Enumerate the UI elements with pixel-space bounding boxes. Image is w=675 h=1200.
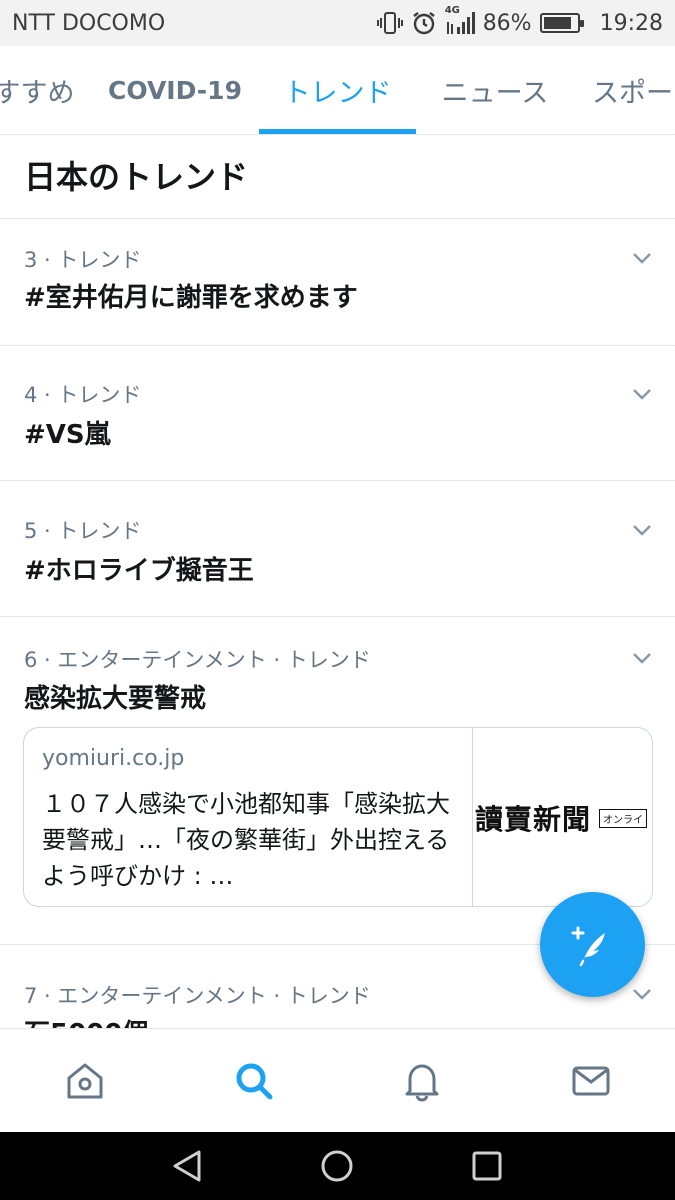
yomiuri-logo: 讀賣新聞 (475, 803, 592, 836)
tab-recommended[interactable]: すすめ (0, 46, 75, 134)
trend-title: #VS嵐 (24, 420, 111, 450)
online-badge: オンライ (599, 808, 648, 828)
signal-icon: 4G (445, 5, 475, 36)
trend-meta: 3 · トレンド (24, 248, 142, 272)
status-bar: NTT DOCOMO 4G 86% 19:28 (0, 0, 675, 46)
trend-meta: 7 · エンターテインメント · トレンド (24, 984, 371, 1008)
vibrate-icon (376, 10, 403, 36)
battery-icon (539, 13, 584, 33)
tab-covid19[interactable]: COVID-19 (100, 46, 250, 134)
bottom-nav (0, 1028, 675, 1132)
trend-title: 感染拡大要警戒 (24, 684, 207, 714)
chevron-down-icon[interactable] (631, 247, 653, 269)
trend-title: #室井佑月に謝罪を求めます (24, 283, 358, 313)
alarm-icon (411, 10, 437, 36)
explore-tabs: すすめ COVID-19 トレンド ニュース スポー (0, 46, 675, 135)
trend-meta: 6 · エンターテインメント · トレンド (24, 648, 371, 672)
back-triangle-icon (173, 1150, 201, 1182)
section-title: 日本のトレンド (24, 158, 249, 196)
nav-home[interactable] (63, 1059, 107, 1103)
carrier-name: NTT DOCOMO (12, 10, 166, 36)
system-recents-button[interactable] (467, 1146, 507, 1186)
system-home-button[interactable] (317, 1146, 357, 1186)
trend-item[interactable]: 4 · トレンド #VS嵐 (0, 346, 675, 480)
network-type: 4G (444, 5, 460, 16)
status-icons: 4G 86% 19:28 (376, 5, 663, 36)
trend-item[interactable]: 5 · トレンド #ホロライブ擬音王 (0, 481, 675, 616)
trend-meta: 4 · トレンド (24, 383, 142, 407)
compose-tweet-icon (571, 926, 605, 966)
messages-icon (572, 1066, 610, 1096)
tab-news[interactable]: ニュース (430, 46, 560, 134)
battery-percent: 86% (482, 10, 532, 36)
tab-sports[interactable]: スポー (592, 46, 675, 134)
news-link-card[interactable]: yomiuri.co.jp １０７人感染で小池都知事「感染拡大要警戒」…「夜の繁… (23, 727, 653, 907)
home-icon (67, 1063, 103, 1099)
active-tab-indicator (259, 129, 416, 134)
tab-trends[interactable]: トレンド (259, 46, 416, 134)
compose-tweet-button[interactable] (540, 892, 645, 997)
home-circle-icon (321, 1150, 353, 1182)
nav-search[interactable] (232, 1059, 276, 1103)
notifications-icon (405, 1064, 439, 1102)
card-domain: yomiuri.co.jp (42, 746, 185, 771)
trend-title: #ホロライブ擬音王 (24, 556, 254, 586)
trend-item[interactable]: 3 · トレンド #室井佑月に謝罪を求めます (0, 219, 675, 345)
system-nav-bar (0, 1132, 675, 1200)
chevron-down-icon[interactable] (631, 519, 653, 541)
nav-messages[interactable] (569, 1059, 613, 1103)
chevron-down-icon[interactable] (631, 983, 653, 1005)
search-icon (236, 1063, 273, 1100)
trend-meta: 5 · トレンド (24, 519, 142, 543)
card-thumbnail: 讀賣新聞 オンライ (472, 728, 652, 906)
clock: 19:28 (599, 10, 663, 36)
system-back-button[interactable] (167, 1146, 207, 1186)
chevron-down-icon[interactable] (631, 647, 653, 669)
chevron-down-icon[interactable] (631, 383, 653, 405)
trend-title: 石5000個 (24, 1013, 148, 1028)
card-description: １０７人感染で小池都知事「感染拡大要警戒」…「夜の繁華街」外出控えるよう呼びかけ… (42, 790, 450, 890)
recents-square-icon (472, 1151, 502, 1181)
nav-notifications[interactable] (400, 1059, 444, 1103)
